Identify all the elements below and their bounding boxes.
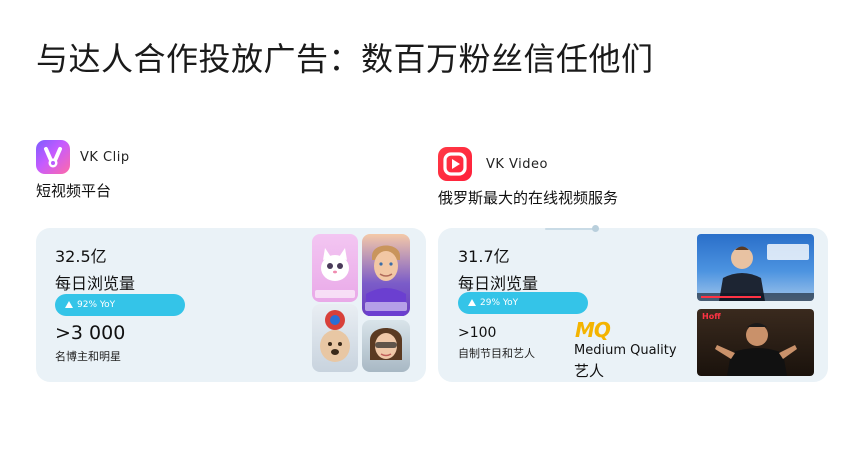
mq-name: Medium Quality bbox=[574, 343, 677, 358]
vk-video-shows-count: >100 bbox=[458, 325, 497, 341]
interview-video-thumbnail[interactable] bbox=[697, 234, 814, 301]
vk-video-daily-views-label: 每日浏览量 bbox=[458, 274, 539, 293]
vk-video-description: 俄罗斯最大的在线视频服务 bbox=[438, 189, 619, 207]
vk-video-growth-badge: 29% YoY bbox=[458, 292, 588, 314]
vk-video-growth-text: 29% YoY bbox=[480, 298, 519, 308]
cat-clip-thumbnail[interactable] bbox=[312, 234, 358, 302]
vk-clip-growth-badge: 92% YoY bbox=[55, 294, 185, 316]
slider-track bbox=[545, 228, 595, 230]
vk-clip-creators-count: >3 000 bbox=[55, 322, 125, 344]
hoff-channel-logo: Hoff bbox=[702, 312, 721, 321]
up-arrow-icon bbox=[65, 301, 73, 308]
vk-video-daily-views-value: 31.7亿 bbox=[458, 247, 510, 266]
dog-clip-thumbnail[interactable] bbox=[312, 304, 358, 372]
vk-clip-growth-text: 92% YoY bbox=[77, 300, 116, 310]
vk-clip-creators-label: 名博主和明星 bbox=[55, 350, 121, 363]
woman-clip-thumbnail[interactable] bbox=[362, 320, 410, 372]
vk-video-shows-label: 自制节目和艺人 bbox=[458, 347, 535, 360]
vk-clip-creators-prefix: > bbox=[55, 322, 71, 344]
vk-clip-daily-views-label: 每日浏览量 bbox=[55, 274, 136, 293]
vk-video-app-name: VK Video bbox=[486, 157, 548, 172]
young-man-clip-thumbnail[interactable] bbox=[362, 234, 410, 316]
page-title: 与达人合作投放广告：数百万粉丝信任他们 bbox=[36, 40, 654, 78]
vk-clip-app-name: VK Clip bbox=[80, 150, 130, 165]
mq-label: 艺人 bbox=[574, 362, 605, 380]
up-arrow-icon bbox=[468, 299, 476, 306]
slider-handle[interactable] bbox=[592, 225, 599, 232]
mq-logo: MQ bbox=[575, 318, 611, 342]
vk-clip-description: 短视频平台 bbox=[36, 182, 112, 200]
vk-clip-app-icon bbox=[36, 140, 70, 174]
vk-clip-creators-value: 3 000 bbox=[70, 322, 126, 344]
vk-video-app-icon bbox=[438, 147, 472, 181]
show-host-video-thumbnail[interactable]: Hoff bbox=[697, 309, 814, 376]
vk-clip-daily-views-value: 32.5亿 bbox=[55, 247, 107, 266]
